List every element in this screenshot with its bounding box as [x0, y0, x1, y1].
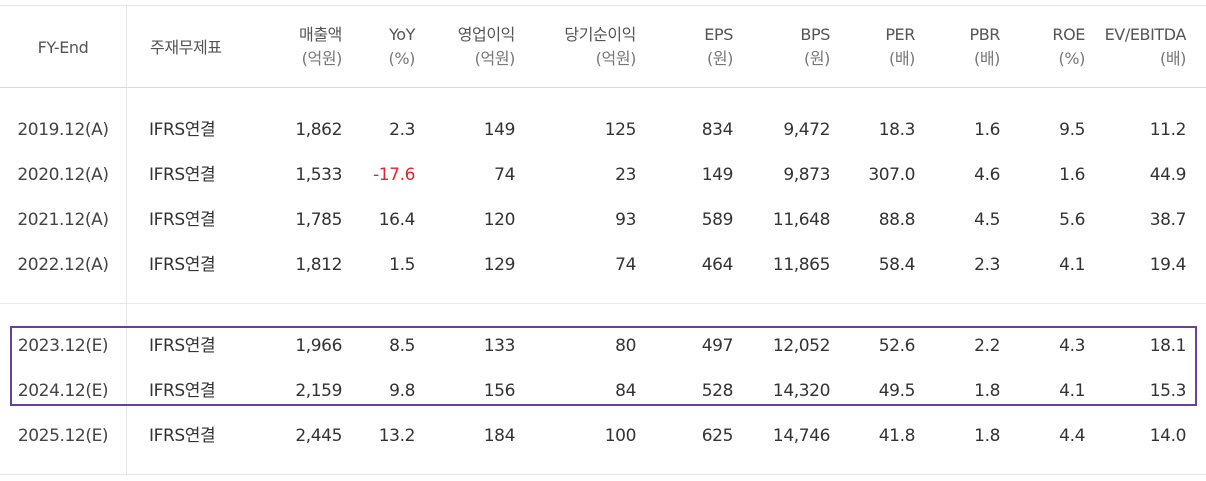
row-period: 2025.12(E): [17, 426, 109, 446]
table-top-border: [0, 5, 1206, 6]
row-value-9: 19.4: [1149, 255, 1187, 275]
row-standard: IFRS연결: [149, 165, 216, 185]
row-period: 2019.12(A): [17, 120, 109, 140]
row-value-9: 11.2: [1149, 120, 1187, 140]
header-col-9: EV/EBITDA (배): [1046, 23, 1187, 71]
row-standard: IFRS연결: [149, 426, 216, 446]
header-period: FY-End: [37, 38, 89, 57]
row-value-9: 44.9: [1149, 165, 1187, 185]
header-label: 영업이익: [457, 25, 516, 44]
row-value-2: 120: [483, 210, 516, 230]
row-standard: IFRS연결: [149, 120, 216, 140]
header-col-2: 영업이익 (억원): [375, 23, 516, 71]
estimate-highlight-box: [10, 326, 1197, 406]
header-unit: (억원): [474, 49, 516, 68]
row-value-2: 129: [483, 255, 516, 275]
row-value-9: 14.0: [1149, 426, 1187, 446]
header-label: EV/EBITDA: [1104, 25, 1187, 44]
row-period: 2021.12(A): [17, 210, 109, 230]
section-divider: [0, 303, 1206, 304]
row-value-2: 74: [494, 165, 515, 185]
row-standard: IFRS연결: [149, 210, 216, 230]
row-standard: IFRS연결: [149, 255, 216, 275]
row-value-2: 149: [483, 120, 516, 140]
row-value-2: 184: [483, 426, 516, 446]
table-bottom-border: [0, 474, 1206, 475]
financial-summary-table: FY-End 주재무제표 매출액 (억원) YoY (%) 영업이익 (억원) 당기순이익(…: [0, 0, 1206, 481]
row-period: 2022.12(A): [17, 255, 109, 275]
row-period: 2020.12(A): [17, 165, 109, 185]
header-bottom-border: [0, 87, 1206, 88]
header-unit: (배): [1159, 49, 1186, 68]
row-value-9: 38.7: [1149, 210, 1187, 230]
